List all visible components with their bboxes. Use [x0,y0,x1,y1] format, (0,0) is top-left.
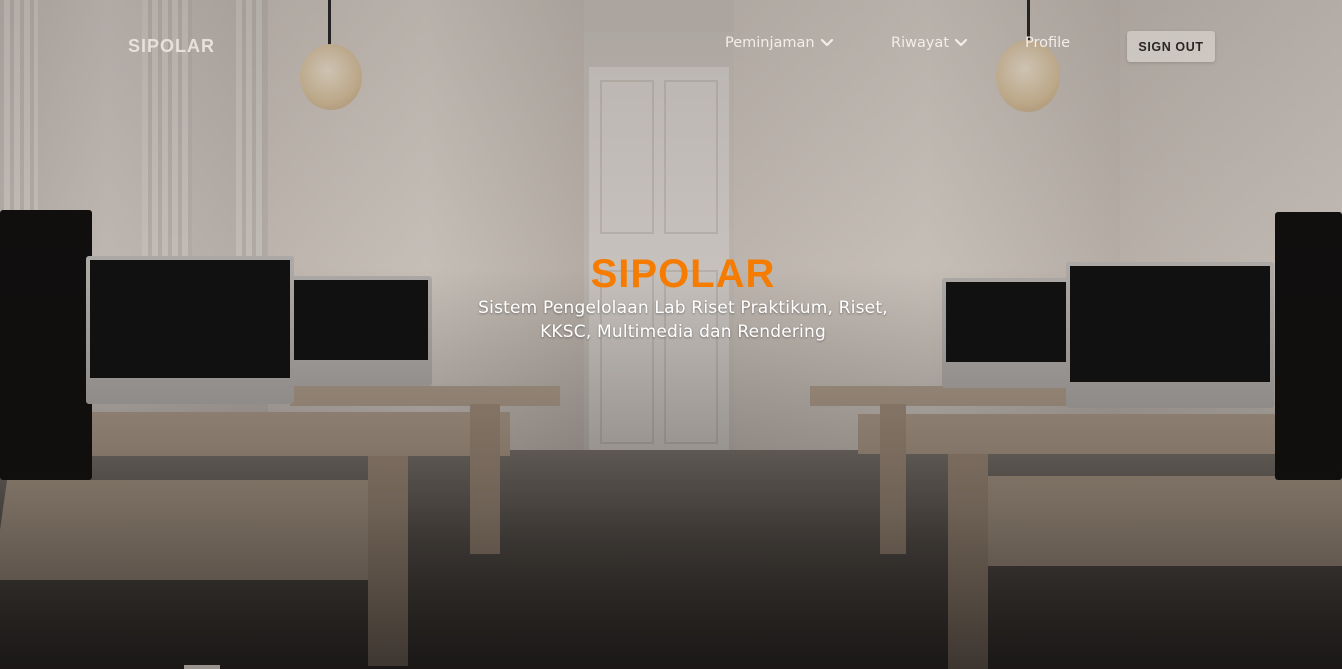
sipolar-logo: SIPOLAR [591,252,776,296]
hero-section: SIPOLAR Sistem Pengelolaan Lab Riset Pra… [420,250,946,344]
nav-riwayat-dropdown[interactable]: Riwayat [891,35,968,51]
nav-profile-label: Profile [1025,35,1071,51]
chevron-down-icon [954,38,968,47]
nav-peminjaman-dropdown[interactable]: Peminjaman [725,35,834,51]
sign-out-button[interactable]: SIGN OUT [1127,31,1215,62]
brand-logo-link[interactable]: SIPOLAR [128,36,215,57]
scroll-indicator [184,665,220,669]
nav-profile-link[interactable]: Profile [1025,35,1070,51]
chevron-down-icon [820,38,833,47]
nav-peminjaman-label: Peminjaman [725,35,815,51]
logo-wordmark: SIPOLAR [591,252,776,296]
nav-riwayat-label: Riwayat [891,35,949,51]
top-navbar: SIPOLAR Peminjaman Riwayat Profile SIGN … [0,0,1342,92]
hero-tagline: Sistem Pengelolaan Lab Riset Praktikum, … [478,298,888,342]
